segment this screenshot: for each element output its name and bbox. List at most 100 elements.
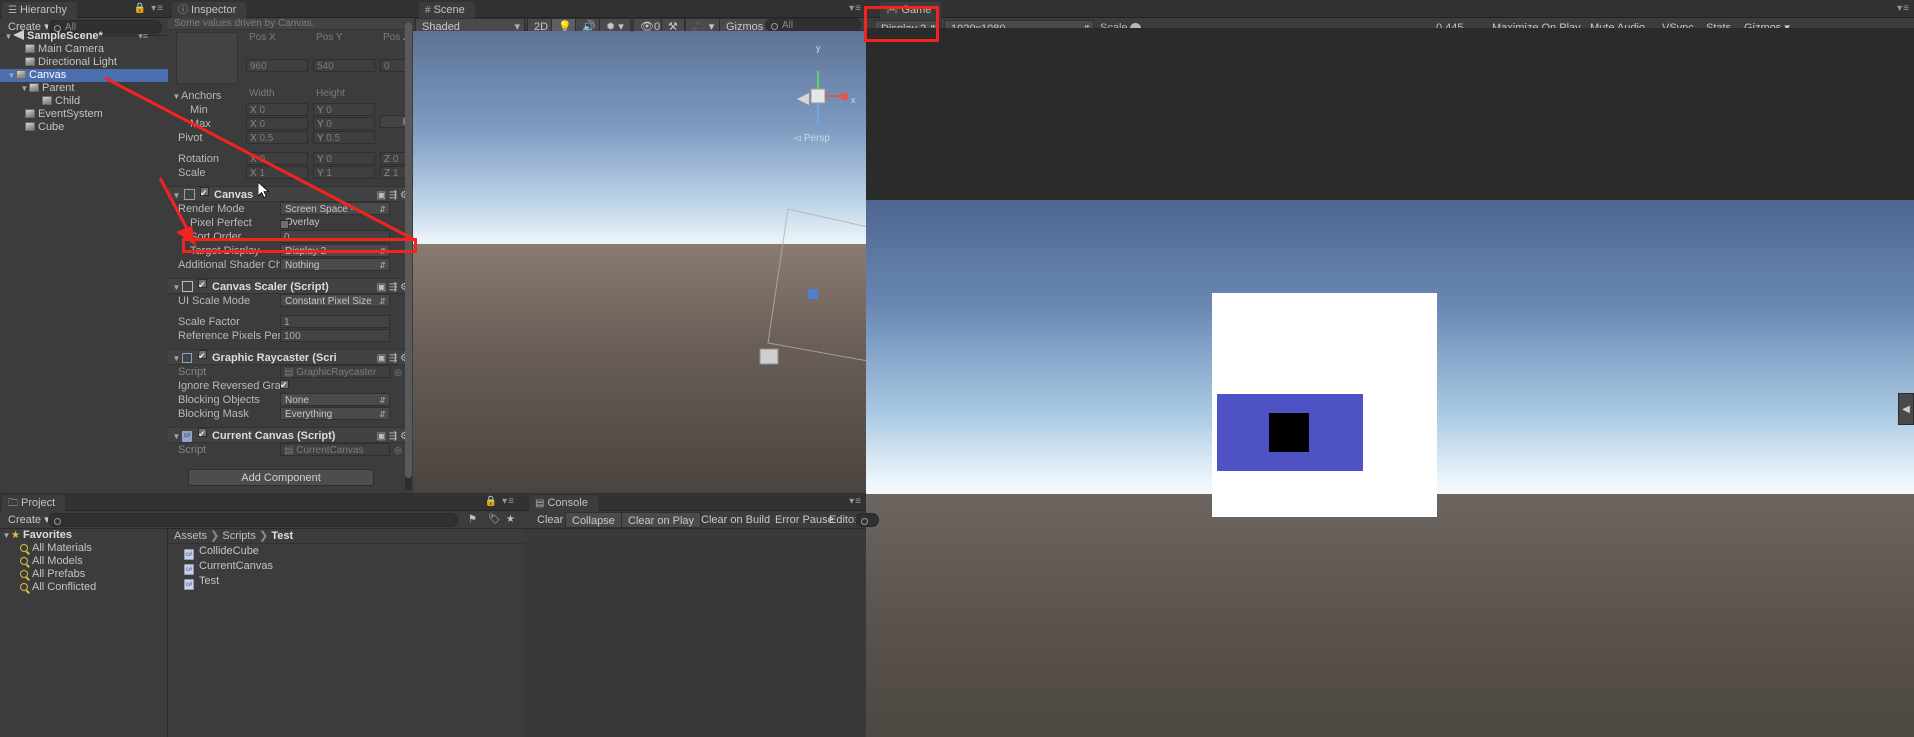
favorite-all-prefabs[interactable]: All Prefabs: [0, 568, 167, 581]
hierarchy-scene-root[interactable]: ▼ SampleScene* ▾≡: [0, 30, 168, 43]
game-viewport[interactable]: ◀: [866, 28, 1914, 737]
canvas-scaler-enabled-checkbox[interactable]: [198, 279, 207, 288]
canvas-component-header[interactable]: ▼ Canvas ▣ ⇶ ⚙: [168, 186, 413, 202]
hierarchy-item-directional-light[interactable]: ▼Directional Light: [0, 56, 168, 69]
hierarchy-item-canvas[interactable]: ▼ Canvas: [0, 69, 168, 82]
game-ground: [866, 493, 1914, 737]
blocking-mask-row: Blocking Mask Everything: [168, 407, 413, 421]
scene-context-menu-icon[interactable]: ▾≡: [138, 30, 148, 43]
render-mode-dropdown[interactable]: Screen Space - Overlay: [280, 202, 390, 228]
scale-y-field[interactable]: Y 1: [313, 166, 375, 179]
hierarchy-item-eventsystem[interactable]: ▼EventSystem: [0, 108, 168, 121]
tab-inspector[interactable]: ⓘ Inspector: [172, 2, 247, 18]
blocking-objects-dropdown[interactable]: None: [280, 393, 390, 407]
project-tab-menu[interactable]: 🔒 ▾≡: [485, 496, 515, 507]
foldout-icon[interactable]: ▼: [172, 90, 181, 104]
hierarchy-item-parent[interactable]: ▼ Parent: [0, 82, 168, 95]
favorite-all-conflicted[interactable]: All Conflicted: [0, 581, 167, 594]
add-component-button[interactable]: Add Component: [188, 469, 374, 486]
console-collapse-toggle[interactable]: Collapse: [565, 512, 622, 528]
current-canvas-script-picker-icon[interactable]: ◎: [394, 443, 402, 457]
current-canvas-script-field[interactable]: ▤ CurrentCanvas: [280, 443, 390, 456]
scene-search-input[interactable]: All: [765, 18, 861, 32]
project-filter-by-type-icon[interactable]: ⚑: [468, 514, 477, 525]
hierarchy-tab-menu[interactable]: 🔒 ▾≡: [134, 3, 164, 14]
tab-scene[interactable]: # Scene: [419, 2, 475, 18]
reference-pixels-field[interactable]: 100: [280, 329, 390, 342]
foldout-icon[interactable]: ▼: [2, 529, 11, 542]
foldout-icon[interactable]: ▼: [20, 82, 29, 95]
console-clear-on-play-toggle[interactable]: Clear on Play: [621, 512, 702, 528]
additional-shader-dropdown[interactable]: Nothing: [280, 258, 390, 272]
scale-factor-field[interactable]: 1: [280, 315, 390, 328]
foldout-icon[interactable]: ▼: [7, 69, 16, 82]
favorite-all-models[interactable]: All Models: [0, 555, 167, 568]
asset-collide-cube[interactable]: c# CollideCube: [168, 544, 525, 560]
canvas-enabled-checkbox[interactable]: [200, 187, 209, 196]
hierarchy-item-child[interactable]: Child: [0, 95, 168, 108]
game-tabbar: 🎮 Game ▾≡: [866, 0, 1914, 18]
pos-y-field[interactable]: 540: [313, 59, 375, 72]
pos-x-field[interactable]: 960: [246, 59, 308, 72]
target-display-dropdown[interactable]: Display 2: [280, 244, 390, 258]
asset-test[interactable]: c# Test: [168, 574, 525, 590]
anchor-max-x-field[interactable]: X 0: [246, 117, 308, 130]
blocking-mask-dropdown[interactable]: Everything: [280, 407, 390, 421]
sort-order-field[interactable]: 0: [280, 230, 390, 243]
asset-current-canvas[interactable]: c# CurrentCanvas: [168, 559, 525, 575]
project-filter-by-label-icon[interactable]: 🏷: [488, 514, 501, 525]
anchor-max-y-field[interactable]: Y 0: [313, 117, 375, 130]
raycaster-script-picker-icon[interactable]: ◎: [394, 365, 402, 379]
current-canvas-script-label: Script: [178, 444, 207, 456]
scene-perspective-label[interactable]: ◅ Persp: [793, 133, 830, 144]
scene-viewport[interactable]: y x ◅ Persp: [413, 31, 866, 493]
project-search-input[interactable]: [48, 513, 458, 527]
console-tab-menu[interactable]: ▾≡: [849, 496, 862, 507]
search-icon: [20, 583, 28, 591]
raycaster-script-field[interactable]: ▤ GraphicRaycaster: [280, 365, 390, 378]
rotation-y-field[interactable]: Y 0: [313, 152, 375, 165]
graphic-raycaster-enabled-checkbox[interactable]: [198, 350, 207, 359]
favorite-all-materials[interactable]: All Materials: [0, 542, 167, 555]
anchor-min-y-field[interactable]: Y 0: [313, 103, 375, 116]
canvas-scaler-icon: [182, 281, 193, 292]
console-search-input[interactable]: [855, 513, 879, 527]
scale-x-field[interactable]: X 1: [246, 166, 308, 179]
tab-game[interactable]: 🎮 Game: [880, 2, 942, 18]
foldout-icon[interactable]: ▼: [4, 30, 13, 43]
game-side-collapse-tab[interactable]: ◀: [1898, 393, 1914, 425]
hierarchy-tree: ▼SampleScene* ▾≡ ▼Main Camera ▼Direction…: [0, 30, 168, 134]
gameobject-icon: [25, 57, 35, 66]
console-clear-button[interactable]: Clear: [531, 512, 569, 528]
tab-console[interactable]: ▤ Console: [529, 495, 598, 511]
tab-project[interactable]: 🗀 Project: [2, 495, 66, 511]
console-log-list[interactable]: [525, 529, 866, 737]
favorites-root[interactable]: ▼★ Favorites: [0, 529, 167, 542]
current-canvas-enabled-checkbox[interactable]: [198, 428, 207, 437]
hierarchy-item-main-camera[interactable]: ▼Main Camera: [0, 43, 168, 56]
anchor-min-x-field[interactable]: X 0: [246, 103, 308, 116]
console-clear-on-build-toggle[interactable]: Clear on Build: [695, 512, 776, 528]
blocking-objects-label: Blocking Objects: [178, 394, 260, 406]
pivot-y-field[interactable]: Y 0.5: [313, 131, 375, 144]
hierarchy-item-cube[interactable]: ▼Cube: [0, 121, 168, 134]
canvas-scaler-header[interactable]: ▼ Canvas Scaler (Script) ▣ ⇶ ⚙: [168, 278, 413, 294]
tab-hierarchy[interactable]: ☰ Hierarchy: [2, 2, 78, 18]
ignore-reversed-checkbox[interactable]: [280, 380, 289, 389]
project-favorite-icon[interactable]: ★: [506, 514, 515, 525]
game-tab-menu[interactable]: ▾≡: [1897, 3, 1910, 14]
breadcrumb-test[interactable]: Test: [271, 530, 293, 542]
ui-scale-mode-dropdown[interactable]: Constant Pixel Size: [280, 294, 390, 308]
scene-tab-menu[interactable]: ▾≡: [849, 3, 862, 14]
current-canvas-header[interactable]: ▼ c# Current Canvas (Script) ▣ ⇶ ⚙: [168, 427, 413, 443]
pivot-x-field[interactable]: X 0.5: [246, 131, 308, 144]
breadcrumb-scripts[interactable]: Scripts: [222, 530, 256, 542]
pixel-perfect-checkbox[interactable]: [280, 220, 289, 229]
anchors-foldout-row[interactable]: ▼Anchors: [168, 89, 413, 103]
rotation-x-field[interactable]: X 0: [246, 152, 308, 165]
graphic-raycaster-header[interactable]: ▼ Graphic Raycaster (Scri ▣ ⇶ ⚙: [168, 349, 413, 365]
inspector-scrollbar[interactable]: [405, 22, 412, 490]
ui-scale-mode-row: UI Scale Mode Constant Pixel Size: [168, 294, 413, 308]
breadcrumb-assets[interactable]: Assets: [174, 530, 207, 542]
inspector-scroll-thumb[interactable]: [405, 22, 412, 478]
